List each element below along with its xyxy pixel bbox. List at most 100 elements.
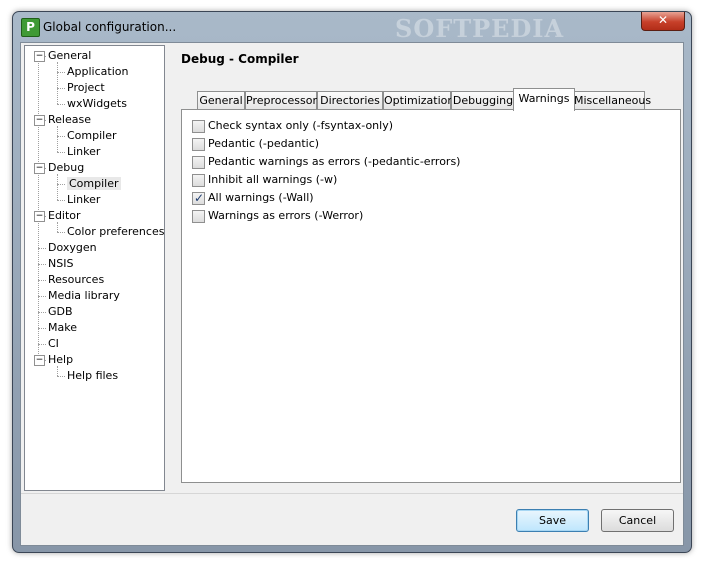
collapse-icon[interactable]: − [34,355,45,366]
cancel-button[interactable]: Cancel [601,509,674,532]
tree-item-label: General [48,49,92,62]
tree-subitem[interactable]: Compiler [67,176,121,192]
tree-item[interactable]: Debug [48,160,84,176]
tree-item-label: Editor [48,209,81,222]
tree-item-label: Color preferences [67,225,165,238]
tree-item-label: Make [48,321,77,334]
tree-connector [38,264,46,265]
dialog-client: General − Application Project wxWidgets Relea… [20,42,684,546]
option-label: Check syntax only (-fsyntax-only) [208,119,394,132]
tree-connector [38,248,46,249]
warnings-tab-content: Check syntax only (-fsyntax-only) Pedanti… [181,109,681,483]
tree-connector [57,200,65,201]
tree-connector [57,88,65,89]
checkbox[interactable] [192,156,205,169]
tree-subitem[interactable]: Color preferences [67,224,164,240]
tree-item-label: Compiler [67,177,121,190]
tree-item-label: Help files [67,369,119,382]
tree-connector [57,366,58,376]
tree-subitem[interactable]: Application [67,64,128,80]
tree-connector [57,184,65,185]
tree-connector [57,232,65,233]
checkbox-checked[interactable]: ✓ [192,191,205,205]
collapse-icon[interactable]: − [34,115,45,126]
tree-item[interactable]: General [48,48,91,64]
tab-directories[interactable]: Directories [317,91,383,110]
tree-item[interactable]: GDB [48,304,73,320]
tree-connector [57,376,65,377]
tree-connector [57,62,58,104]
tree-item-label: Project [67,81,105,94]
tree-subitem[interactable]: Project [67,80,105,96]
tree-item[interactable]: Make [48,320,77,336]
panel-title: Debug - Compiler [181,52,299,66]
tree-item-label: Help [48,353,74,366]
save-button[interactable]: Save [516,509,589,532]
checkbox[interactable] [192,174,205,187]
tab-miscellaneous[interactable]: Miscellaneous [573,91,651,110]
collapse-icon[interactable]: − [34,51,45,62]
tree-connector [38,280,46,281]
checkbox[interactable] [192,138,205,151]
tree-item-label: Linker [67,193,101,206]
close-button[interactable]: ✕ [641,12,685,31]
app-logo-icon: P [21,18,40,37]
checkbox[interactable] [192,120,205,133]
tree-connector [38,344,46,345]
watermark: SOFTPEDIA [395,14,565,43]
checkbox[interactable] [192,210,205,223]
settings-panel: Debug - Compiler General Preprocessor Dire… [171,45,681,489]
option-label: Pedantic (-pedantic) [208,137,320,150]
tree-item-label: Linker [67,145,101,158]
tab-optimization[interactable]: Optimization [383,91,454,110]
tree-item[interactable]: Media library [48,288,120,304]
tree-item-label: NSIS [48,257,74,270]
tree-item-label: Compiler [67,129,117,142]
tree-connector [57,152,65,153]
tree-root-line [38,60,39,360]
tree-connector [38,312,46,313]
tab-general[interactable]: General [197,91,245,110]
tree-item[interactable]: NSIS [48,256,73,272]
title-bar[interactable]: P Global configuration... SOFTPEDIA ✕ [13,12,691,43]
tree-subitem[interactable]: wxWidgets [67,96,127,112]
tree-item[interactable]: Resources [48,272,104,288]
tree-connector [38,328,46,329]
tree-item-label: Debug [48,161,85,174]
tree-item-label: wxWidgets [67,97,127,110]
tab-warnings[interactable]: Warnings [513,88,575,111]
tree-subitem[interactable]: Compiler [67,128,117,144]
tree-item-label: Release [48,113,91,126]
settings-tree[interactable]: General − Application Project wxWidgets Relea… [24,45,165,491]
tree-item-label: Doxygen [48,241,97,254]
tree-connector [57,72,65,73]
config-window: P Global configuration... SOFTPEDIA ✕ Ge… [12,11,692,553]
footer-divider [21,493,683,494]
tree-connector [57,104,65,105]
collapse-icon[interactable]: − [34,211,45,222]
collapse-icon[interactable]: − [34,163,45,174]
tree-item[interactable]: Help [48,352,73,368]
tree-item-label: Application [67,65,129,78]
tree-subitem[interactable]: Linker [67,192,100,208]
tree-connector [38,296,46,297]
tree-item-label: CI [48,337,59,350]
tree-connector [57,222,58,232]
tree-item[interactable]: Release [48,112,91,128]
tree-item[interactable]: Editor [48,208,81,224]
tab-preprocessor[interactable]: Preprocessor [245,91,317,110]
tree-connector [57,136,65,137]
checkmark-icon: ✓ [194,191,205,205]
tree-item[interactable]: CI [48,336,59,352]
tree-connector [57,174,58,200]
option-label: Pedantic warnings as errors (-pedantic-e… [208,155,461,168]
tree-item-label: Resources [48,273,105,286]
tab-debugging[interactable]: Debugging [451,91,515,110]
window-title: Global configuration... [43,20,177,34]
tree-connector [57,126,58,152]
panel-header: Debug - Compiler [171,45,681,73]
tree-subitem[interactable]: Linker [67,144,100,160]
tree-item[interactable]: Doxygen [48,240,97,256]
option-label: All warnings (-Wall) [208,191,314,204]
tree-subitem[interactable]: Help files [67,368,118,384]
